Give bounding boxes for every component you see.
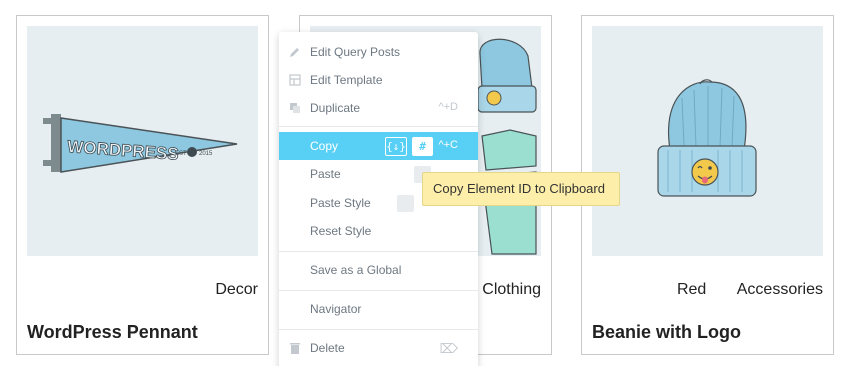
duplicate-icon [290, 103, 300, 113]
shortcut-label: ^+D [438, 101, 458, 113]
pennant-illustration: WORDPRESS EST 2015 [43, 114, 238, 173]
shortcut-label: ^+C [438, 139, 458, 151]
menu-divider [279, 329, 478, 330]
menu-item-reset-style[interactable]: Reset Style [279, 217, 478, 245]
paste-style-icon[interactable] [397, 195, 414, 212]
category-link[interactable]: Clothing [482, 281, 541, 298]
product-card-wordpress-pennant[interactable]: WORDPRESS EST 2015 Decor WordPress Penna… [16, 15, 269, 355]
category-link[interactable]: Decor [215, 281, 258, 298]
product-image-beanie[interactable] [592, 26, 823, 256]
product-title[interactable]: Beanie with Logo [592, 322, 741, 343]
menu-item-edit-template[interactable]: Edit Template [279, 66, 478, 94]
menu-item-navigator[interactable]: Navigator [279, 295, 478, 323]
menu-divider [279, 251, 478, 252]
copy-element-id-tooltip: Copy Element ID to Clipboard [422, 172, 620, 206]
menu-divider [279, 290, 478, 291]
template-icon [289, 74, 301, 86]
menu-item-duplicate[interactable]: Duplicate ^+D [279, 94, 478, 122]
menu-divider [279, 126, 478, 127]
backspace-icon: ⌦ [439, 341, 458, 356]
product-categories: Red Accessories [651, 281, 823, 299]
trash-icon [290, 343, 300, 354]
product-image-pennant[interactable]: WORDPRESS EST 2015 [27, 26, 258, 256]
copy-element-id-button[interactable]: # [412, 137, 433, 156]
copy-data-button[interactable]: {↓} [385, 137, 407, 156]
product-title[interactable]: WordPress Pennant [27, 322, 198, 343]
product-categories: Decor [189, 281, 258, 299]
svg-text:EST: EST [175, 151, 187, 157]
menu-item-save-as-global[interactable]: Save as a Global [279, 256, 478, 284]
category-link[interactable]: Red [677, 281, 706, 298]
category-link[interactable]: Accessories [737, 281, 823, 298]
beanie-illustration [657, 79, 757, 197]
menu-item-edit-query-posts[interactable]: Edit Query Posts [279, 38, 478, 66]
menu-item-copy[interactable]: Copy {↓} # ^+C [279, 132, 478, 160]
svg-text:2015: 2015 [199, 151, 213, 157]
menu-item-delete[interactable]: Delete ⌦ [279, 334, 478, 362]
pencil-icon [290, 48, 299, 57]
